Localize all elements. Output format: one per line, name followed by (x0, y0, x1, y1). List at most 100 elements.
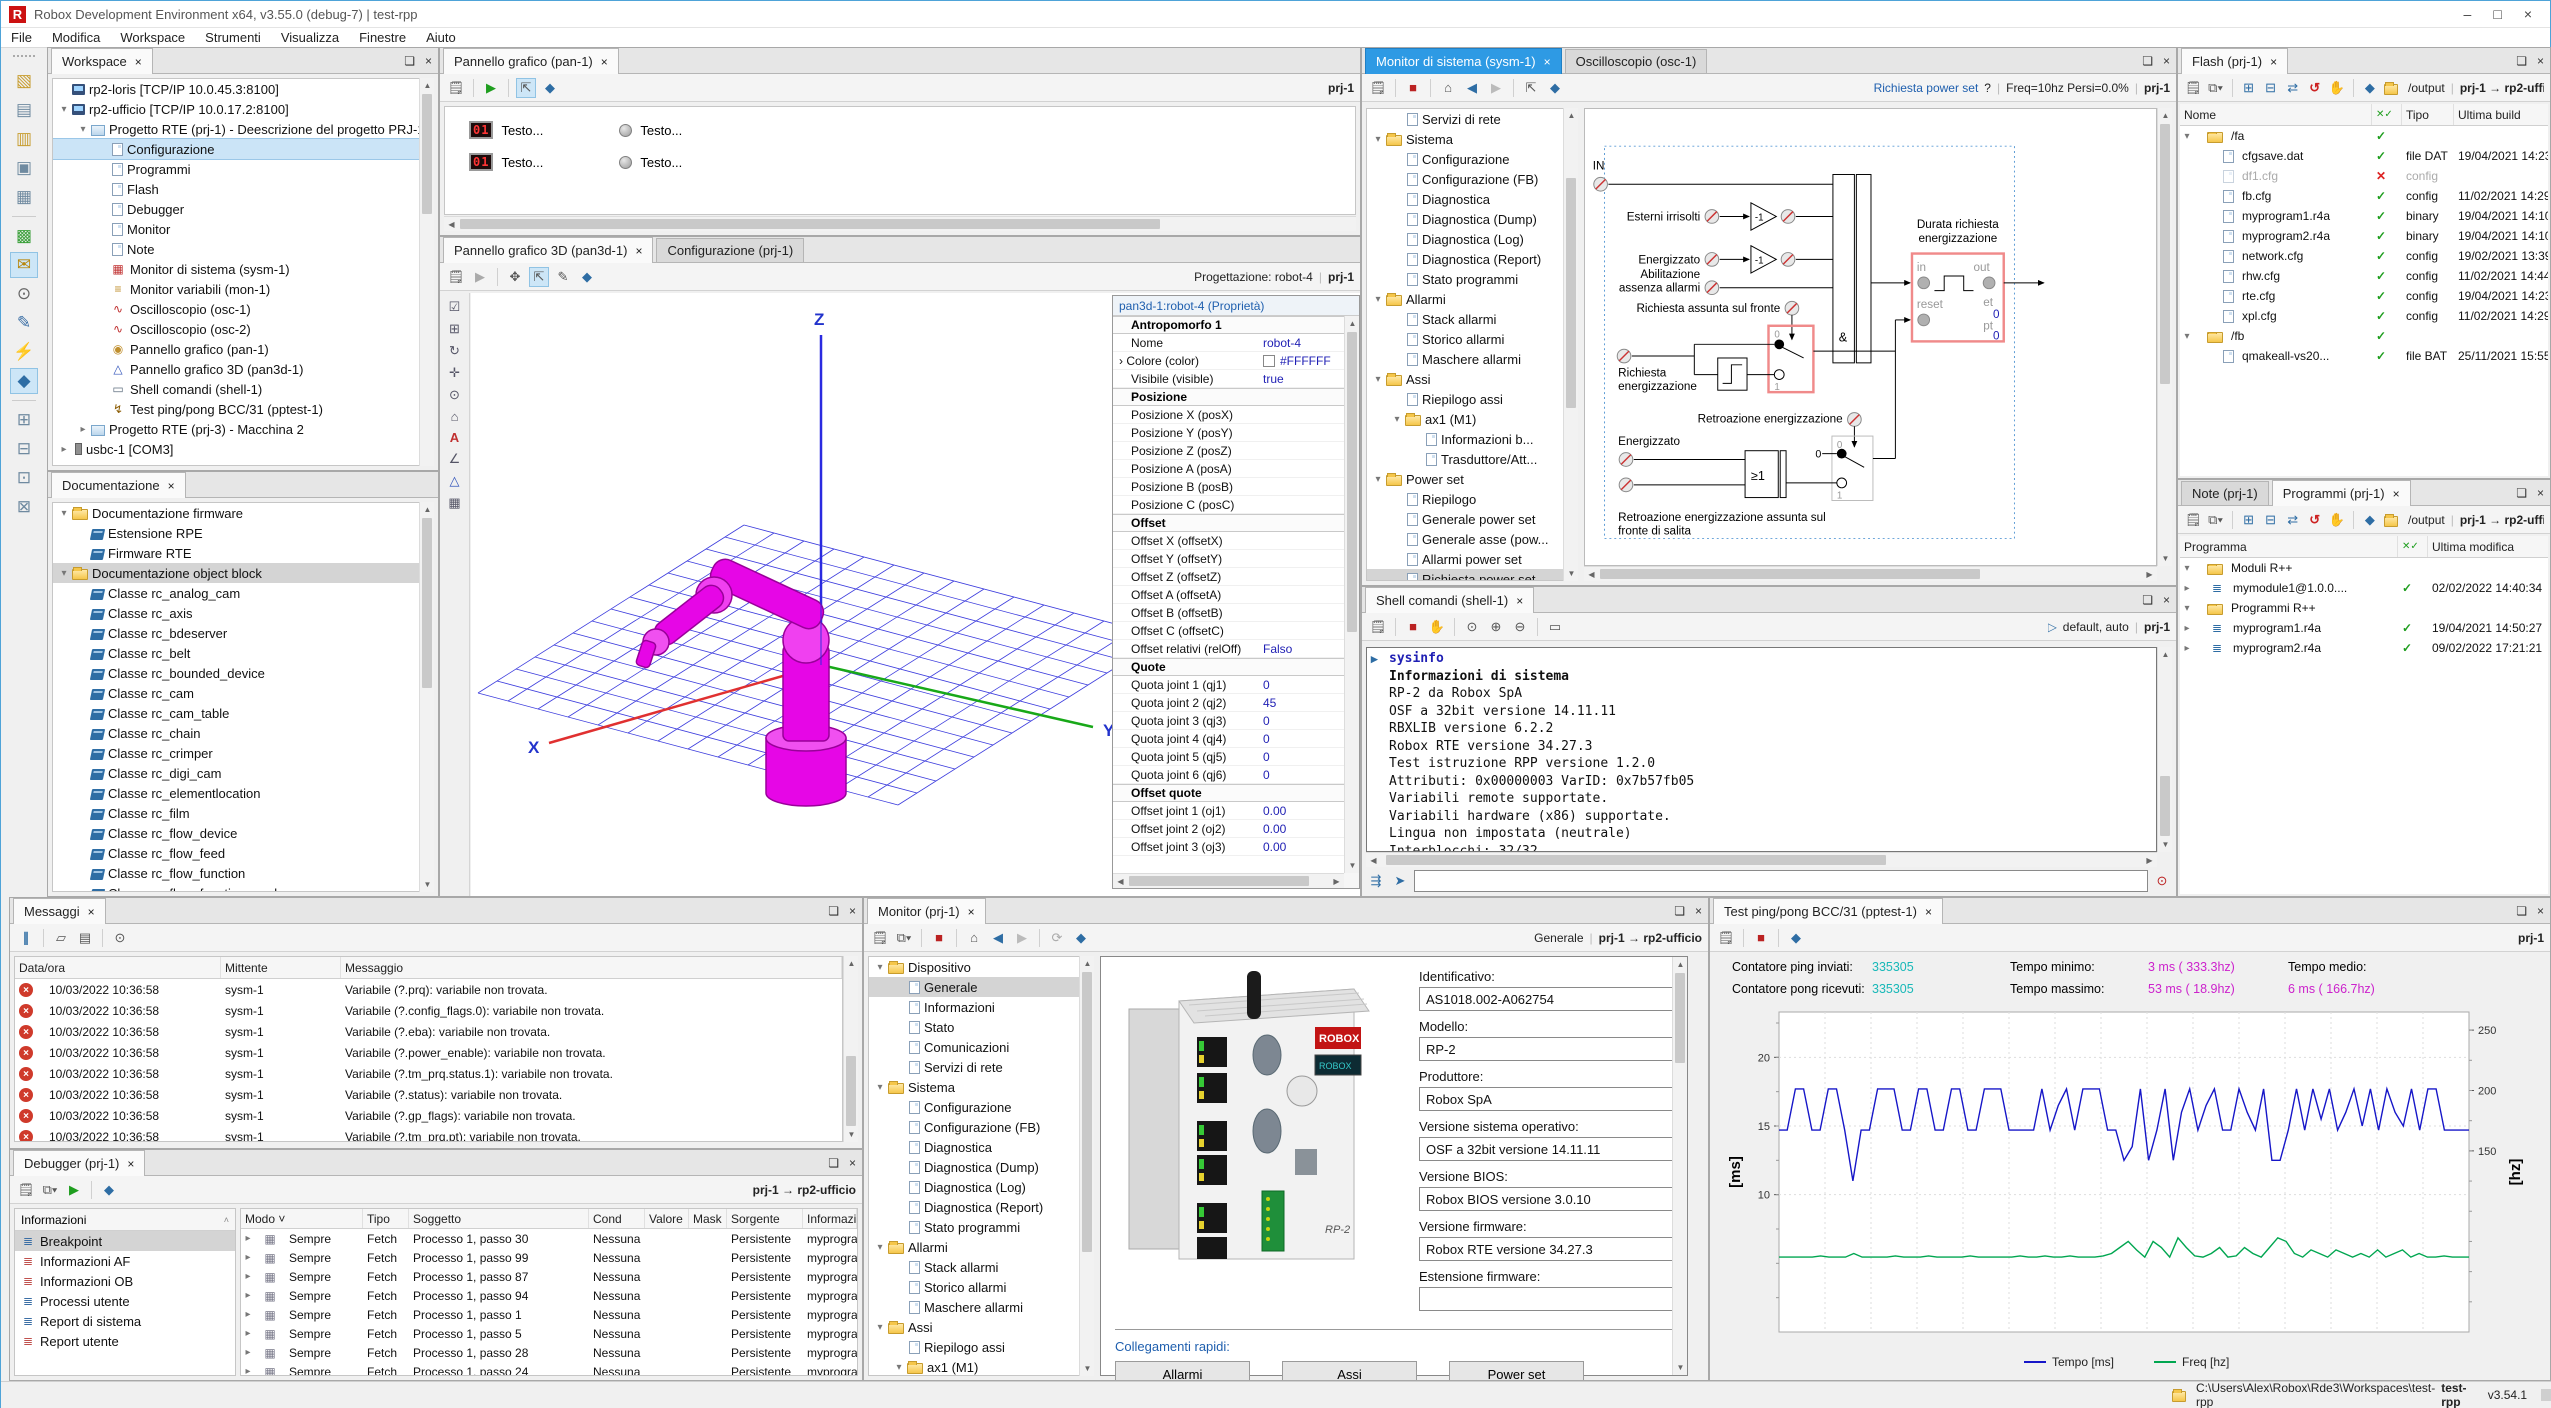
info-list-header[interactable]: Informazioni˄ (15, 1209, 235, 1231)
tree-item[interactable]: ▾Progetto RTE (prj-1) - Deescrizione del… (53, 119, 433, 139)
dock-window-close-icon[interactable]: ⊠ (10, 494, 38, 520)
property-row[interactable]: Offset C (offsetC) (1113, 622, 1344, 640)
tree-item[interactable]: Allarmi power set (1367, 549, 1577, 569)
tree-item[interactable]: Classe rc_chain (53, 723, 433, 743)
tree-item[interactable]: ▾Dispositivo (869, 957, 1093, 977)
info-list-item[interactable]: ≣Breakpoint (15, 1231, 235, 1251)
tree-item[interactable]: Configurazione (1367, 149, 1577, 169)
tab-close-icon[interactable]: × (2270, 55, 2277, 69)
sysm-diagram-vscrollbar[interactable]: ▲▼ (2157, 108, 2172, 566)
float-panel-icon[interactable]: ❏ (1674, 904, 1685, 918)
properties-icon[interactable]: 🗒 (1368, 78, 1388, 98)
tree-item[interactable]: Stack allarmi (869, 1257, 1093, 1277)
tree-item[interactable]: Generale (869, 977, 1093, 997)
tree-item[interactable]: Flash (53, 179, 433, 199)
search-red-icon[interactable]: ⊙ (2152, 871, 2172, 891)
tree-item[interactable]: Classe rc_crimper (53, 743, 433, 763)
digital-display[interactable]: 01 (469, 153, 493, 171)
property-group-header[interactable]: Posizione (1113, 388, 1344, 406)
float-panel-icon[interactable]: ❏ (2516, 904, 2527, 918)
field-identificativo-[interactable] (1419, 987, 1687, 1011)
power-set-button[interactable]: Power set (1449, 1361, 1584, 1381)
forward-icon[interactable]: ▶ (1012, 928, 1032, 948)
table-row[interactable]: xpl.cfg✓config11/02/2021 14:29:16 (2180, 306, 2548, 326)
messaggi-scrollbar[interactable]: ▲▼ (843, 956, 858, 1142)
close-panel-icon[interactable]: × (2163, 593, 2170, 607)
pointer-icon[interactable]: ⇱ (516, 78, 536, 98)
stop-icon[interactable]: ■ (1751, 928, 1771, 948)
menu-item-strumenti[interactable]: Strumenti (195, 29, 271, 46)
help-book-icon[interactable]: ◆ (1786, 928, 1806, 948)
tree-item[interactable]: Diagnostica (1367, 189, 1577, 209)
tab-pannello-grafico[interactable]: Pannello grafico (pan-1)× (443, 48, 619, 74)
tab-monitor-di-sistema[interactable]: Monitor di sistema (sysm-1)× (1365, 48, 1562, 74)
tree-item[interactable]: ▾Allarmi (1367, 289, 1577, 309)
stop-icon[interactable]: ■ (1403, 78, 1423, 98)
message-row[interactable]: ×10/03/2022 10:36:58sysm-1Variabile (?.g… (15, 1105, 842, 1126)
float-panel-icon[interactable]: ❏ (2142, 593, 2153, 607)
tree-item[interactable]: ▦Monitor di sistema (sysm-1) (53, 259, 433, 279)
tree-item[interactable]: Classe rc_analog_cam (53, 583, 433, 603)
tree-item[interactable]: Servizi di rete (1367, 109, 1577, 129)
breakpoint-row[interactable]: ▸▦SempreFetchProcesso 1, passo 99Nessuna… (241, 1248, 857, 1267)
tab-monitor[interactable]: Monitor (prj-1)× (867, 898, 986, 924)
message-row[interactable]: ×10/03/2022 10:36:58sysm-1Variabile (?.e… (15, 1021, 842, 1042)
tab-close-icon[interactable]: × (968, 905, 975, 919)
tree-item[interactable]: ▾Sistema (869, 1077, 1093, 1097)
property-row[interactable]: Posizione Z (posZ) (1113, 442, 1344, 460)
property-row[interactable]: Quota joint 6 (qj6)0 (1113, 766, 1344, 784)
help-book-icon[interactable]: ◆ (1545, 78, 1565, 98)
properties-vscrollbar[interactable]: ▲▼ (1344, 316, 1359, 873)
property-row[interactable]: Quota joint 5 (qj5)0 (1113, 748, 1344, 766)
refresh-icon[interactable]: ⟳ (1047, 928, 1067, 948)
table-row[interactable]: ▾/fb✓ (2180, 326, 2548, 346)
tree-item[interactable]: Configurazione (53, 139, 433, 159)
hand-icon[interactable]: ✋ (1427, 617, 1447, 637)
stop-icon[interactable]: ■ (929, 928, 949, 948)
robot-model[interactable] (635, 555, 846, 806)
build-all-icon[interactable]: ⊞ (2239, 510, 2257, 530)
help-book-icon[interactable]: ◆ (1071, 928, 1091, 948)
table-row[interactable]: rte.cfg✓config19/04/2021 14:23:33 (2180, 286, 2548, 306)
pointer-icon[interactable]: ⇱ (1521, 78, 1541, 98)
tree-item[interactable]: Diagnostica (Report) (869, 1197, 1093, 1217)
breakpoint-row[interactable]: ▸▦SempreFetchProcesso 1, passo 94Nessuna… (241, 1286, 857, 1305)
property-group-header[interactable]: Offset quote (1113, 784, 1344, 802)
close-panel-icon[interactable]: × (2537, 54, 2544, 68)
clear-icon[interactable]: ▱ (51, 928, 71, 948)
property-group-header[interactable]: Offset (1113, 514, 1344, 532)
sysm-tree-scrollbar[interactable]: ▲▼ (1563, 108, 1578, 581)
copy-icon[interactable]: ⧉▾ (894, 928, 914, 948)
search-icon[interactable]: ⊙ (110, 928, 130, 948)
assi-button[interactable]: Assi (1282, 1361, 1417, 1381)
help-badge[interactable]: ? (1984, 81, 1991, 95)
tree-item[interactable]: ▾Documentazione firmware (53, 503, 433, 523)
home-icon[interactable]: ⌂ (1438, 78, 1458, 98)
tree-item[interactable]: Storico allarmi (1367, 329, 1577, 349)
copy-icon[interactable]: ⧉▾ (2207, 78, 2225, 98)
tree-item[interactable]: Monitor (53, 219, 433, 239)
info-list-item[interactable]: ≣Report di sistema (15, 1311, 235, 1331)
dock-copy-icon[interactable]: ▦ (10, 184, 38, 210)
tree-item[interactable]: ▭Shell comandi (shell-1) (53, 379, 433, 399)
property-row[interactable]: Offset joint 3 (oj3)0.00 (1113, 838, 1344, 856)
pause-icon[interactable]: ∥ (16, 928, 36, 948)
tree-item[interactable]: Classe rc_cam_table (53, 703, 433, 723)
tree-item[interactable]: Classe rc_belt (53, 643, 433, 663)
tree-item[interactable]: Stato programmi (869, 1217, 1093, 1237)
tab-debugger[interactable]: Debugger (prj-1)× (13, 1150, 145, 1176)
tree-item[interactable]: Programmi (53, 159, 433, 179)
resize-grip[interactable] (2541, 1389, 2551, 1401)
tree-item[interactable]: ∿Oscilloscopio (osc-2) (53, 319, 433, 339)
dock-open-folder-icon[interactable]: ▥ (10, 126, 38, 152)
led-indicator[interactable] (619, 156, 632, 169)
tab-close-icon[interactable]: × (635, 244, 642, 258)
float-panel-icon[interactable]: ❏ (828, 1156, 839, 1170)
property-group-header[interactable]: Antropomorfo 1 (1113, 316, 1344, 334)
table-row[interactable]: ▸≣myprogram1.r4a✓19/04/2021 14:50:272.22 (2180, 618, 2548, 638)
dock-mail-icon[interactable]: ✉ (10, 252, 38, 278)
tree-item[interactable]: ▾ax1 (M1) (1367, 409, 1577, 429)
tree-item[interactable]: Classe rc_axis (53, 603, 433, 623)
tab-close-icon[interactable]: × (1544, 55, 1551, 69)
info-list-item[interactable]: ≣Processi utente (15, 1291, 235, 1311)
